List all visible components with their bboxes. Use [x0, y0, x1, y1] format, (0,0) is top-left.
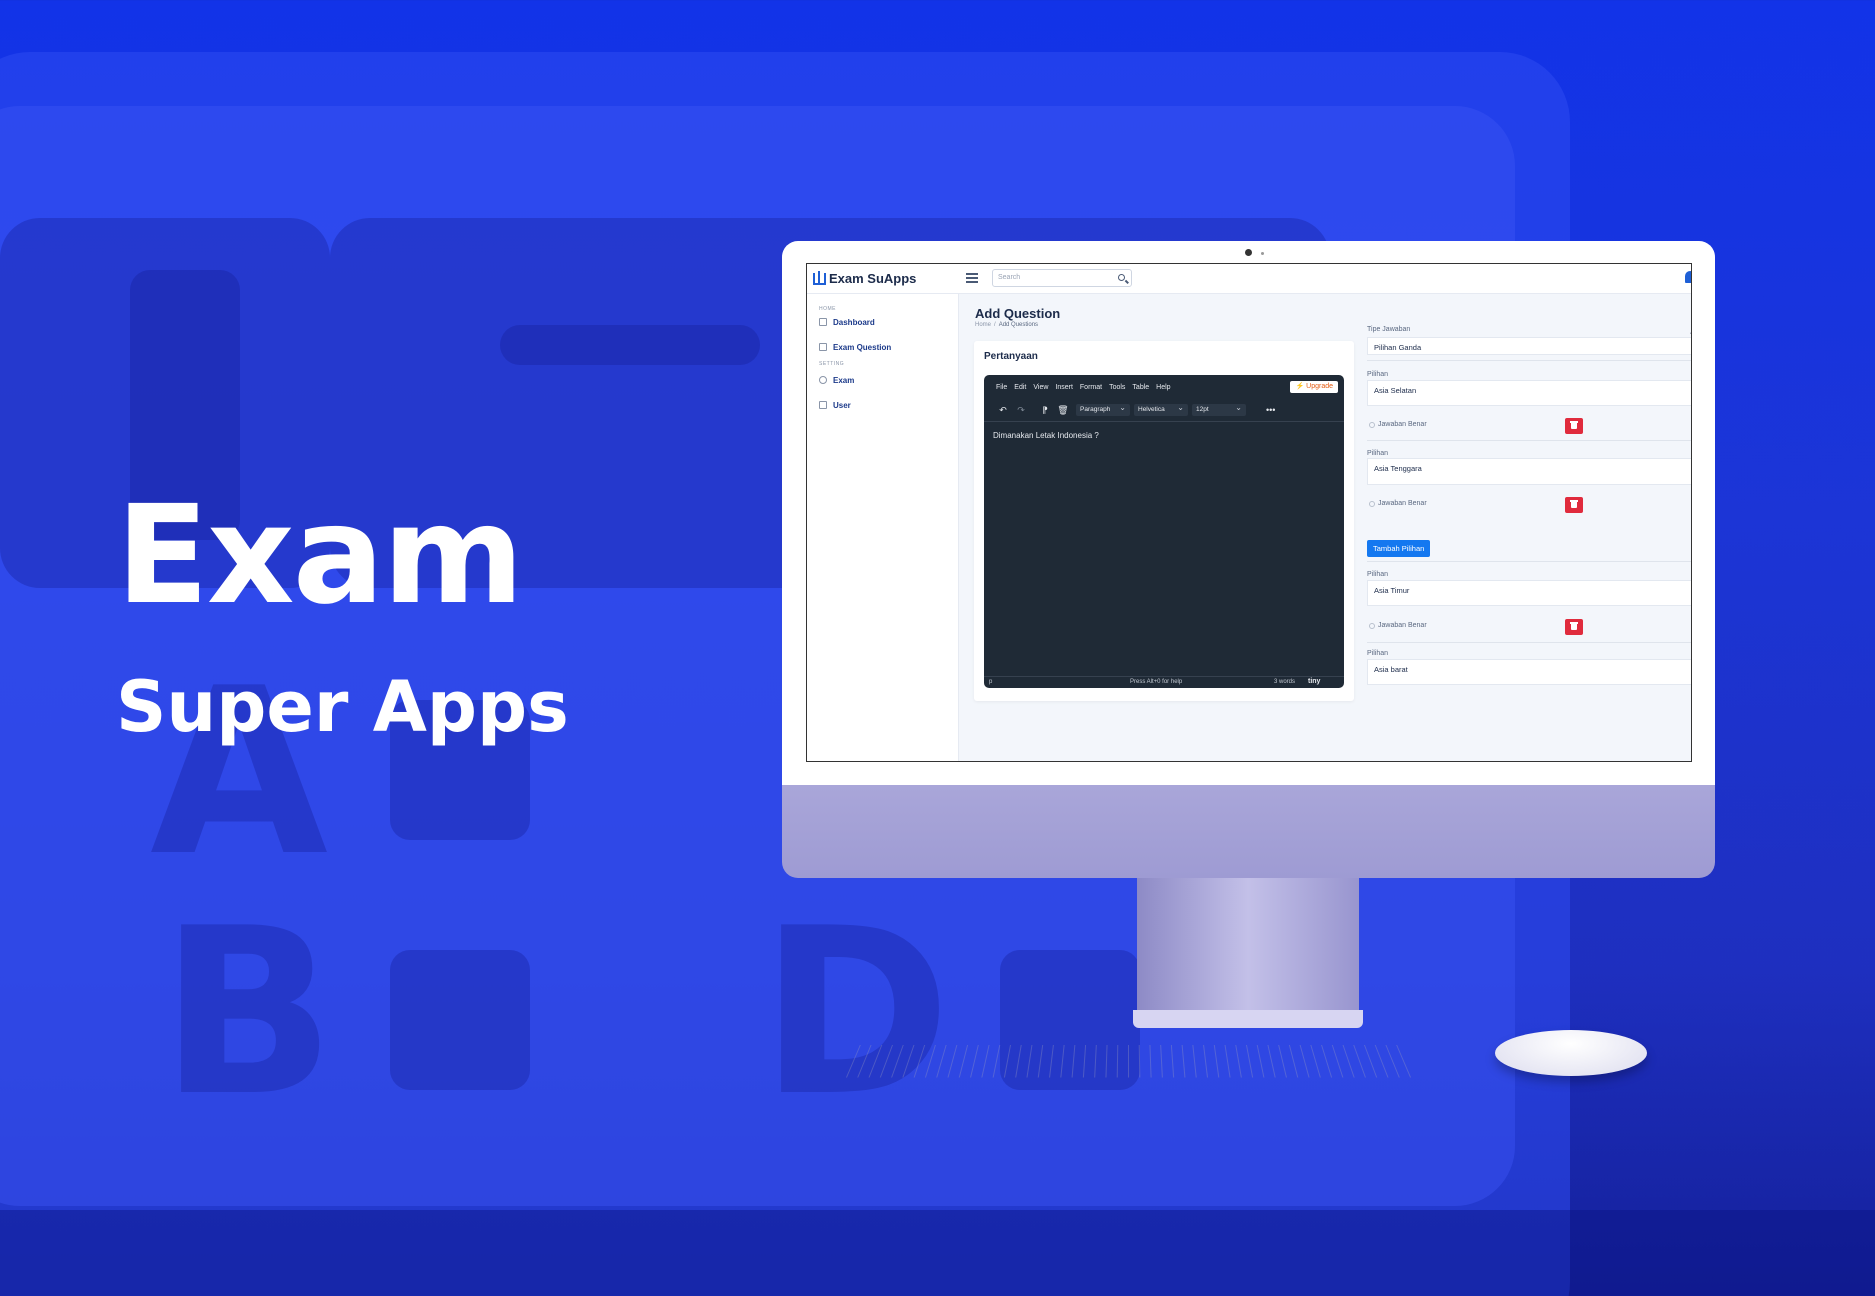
breadcrumb-home[interactable]: Home [975, 322, 991, 328]
sidebar-item-label: Exam Question [833, 342, 892, 352]
sidebar-item-label: Dashboard [833, 317, 875, 327]
answers-panel: Tipe Jawaban Ja Pilihan Ganda Pilihan As… [1367, 324, 1691, 761]
camera-indicator [1261, 252, 1264, 255]
document-icon [819, 343, 827, 351]
option-input[interactable]: Asia barat [1367, 659, 1691, 685]
divider [1367, 561, 1691, 562]
breadcrumb-separator: / [994, 322, 996, 328]
search-icon[interactable] [1118, 274, 1125, 281]
editor-menu-view[interactable]: View [1033, 384, 1048, 391]
sidebar-section-setting: SETTING [819, 361, 845, 367]
option-input[interactable]: Asia Timur [1367, 580, 1691, 606]
option-input[interactable]: Asia Selatan [1367, 380, 1691, 406]
editor-word-count[interactable]: 3 words [1274, 679, 1295, 685]
question-card: Pertanyaan File Edit View Insert Format … [974, 341, 1354, 701]
option-label: Pilihan [1367, 450, 1389, 457]
app-screen: Exam SuApps Search HOME Dashboard Exam Q… [806, 263, 1692, 762]
editor-menubar: File Edit View Insert Format Tools Table… [996, 384, 1171, 391]
person-icon [819, 376, 827, 384]
sidebar-item-user[interactable]: User [819, 399, 851, 411]
correct-answer-radio[interactable] [1369, 623, 1375, 629]
camera-icon [1245, 249, 1252, 256]
add-option-button[interactable]: Tambah Pilihan [1367, 540, 1431, 557]
hero-subtitle: Super Apps [116, 666, 569, 748]
editor-menu-help[interactable]: Help [1156, 384, 1170, 391]
sidebar-section-home: HOME [819, 306, 836, 312]
correct-answer-radio[interactable] [1369, 422, 1375, 428]
undo-icon[interactable]: ↶ [994, 405, 1012, 416]
answer-type-select[interactable]: Pilihan Ganda [1367, 337, 1691, 355]
editor-menu-edit[interactable]: Edit [1014, 384, 1026, 391]
hamburger-menu-icon[interactable] [966, 273, 978, 283]
delete-option-button[interactable] [1565, 418, 1583, 434]
delete-option-button[interactable] [1565, 619, 1583, 635]
hero-title: Exam [116, 477, 524, 635]
editor-menu-insert[interactable]: Insert [1055, 384, 1073, 391]
monitor-chin [782, 785, 1715, 878]
background-letter-b: B [160, 880, 336, 1147]
page-title: Add Question [975, 306, 1061, 321]
grid-icon [819, 318, 827, 326]
users-icon [819, 401, 827, 409]
editor-statusbar: p Press Alt+0 for help 3 words tiny [984, 676, 1344, 688]
question-card-title: Pertanyaan [984, 351, 1038, 362]
correct-answer-radio[interactable] [1369, 501, 1375, 507]
upgrade-button[interactable]: ⚡ Upgrade [1290, 381, 1338, 393]
topbar: Exam SuApps Search [807, 264, 1691, 294]
background-shape [390, 950, 530, 1090]
correct-answer-label: Jawaban Benar [1378, 500, 1427, 507]
option-label: Pilihan [1367, 571, 1389, 578]
editor-help-text: Press Alt+0 for help [1130, 679, 1183, 685]
answer-type-label: Tipe Jawaban [1367, 326, 1411, 333]
editor-element-path[interactable]: p [989, 679, 992, 685]
search-input[interactable]: Search [992, 269, 1132, 287]
background-shape [500, 325, 760, 365]
background-band [0, 1210, 1875, 1296]
notification-icon[interactable] [1685, 271, 1691, 283]
editor-menu-format[interactable]: Format [1080, 384, 1102, 391]
logo-icon [813, 271, 826, 285]
option-label: Pilihan [1367, 371, 1389, 378]
option-label: Pilihan [1367, 650, 1389, 657]
editor-menu-file[interactable]: File [996, 384, 1007, 391]
divider [1367, 642, 1691, 643]
editor-toolbar: ↶ ↷ ⁋ 🗑 Paragraph Helvetica 12pt ••• [994, 402, 1334, 417]
delete-option-button[interactable] [1565, 497, 1583, 513]
correct-answer-label: Jawaban Benar [1378, 421, 1427, 428]
delete-icon[interactable]: 🗑 [1054, 405, 1072, 416]
monitor-stand [1137, 878, 1359, 1018]
correct-answer-label: Jawaban Benar [1378, 622, 1427, 629]
editor-menu-tools[interactable]: Tools [1109, 384, 1125, 391]
mouse [1495, 1030, 1647, 1076]
app-title[interactable]: Exam SuApps [829, 271, 916, 286]
keyboard [835, 1045, 1421, 1078]
block-format-select[interactable]: Paragraph [1076, 402, 1130, 416]
search-placeholder: Search [998, 274, 1021, 281]
editor-divider [984, 421, 1344, 422]
divider [1367, 440, 1691, 441]
divider [1367, 360, 1691, 361]
sidebar-item-exam-question[interactable]: Exam Question [819, 341, 891, 353]
sidebar-item-exam[interactable]: Exam [819, 374, 854, 386]
truncated-label: Ja [1690, 329, 1691, 336]
monitor-stand-foot [1133, 1010, 1363, 1028]
option-input[interactable]: Asia Tenggara [1367, 458, 1691, 485]
sidebar-item-dashboard[interactable]: Dashboard [819, 316, 875, 328]
more-options-icon[interactable]: ••• [1266, 405, 1275, 415]
rich-text-editor[interactable]: File Edit View Insert Format Tools Table… [984, 375, 1344, 688]
breadcrumb-current: Add Questions [998, 322, 1039, 328]
font-size-select[interactable]: 12pt [1192, 402, 1246, 416]
background-letter-d: D [760, 880, 951, 1147]
font-family-select[interactable]: Helvetica [1134, 402, 1188, 416]
editor-menu-table[interactable]: Table [1132, 384, 1149, 391]
redo-icon[interactable]: ↷ [1012, 405, 1030, 416]
editor-content[interactable]: Dimanakan Letak Indonesia ? [993, 431, 1099, 440]
sidebar: HOME Dashboard Exam Question SETTING Exa… [807, 294, 959, 761]
sidebar-item-label: User [833, 400, 851, 410]
tiny-logo[interactable]: tiny [1308, 678, 1320, 685]
clear-format-icon[interactable]: ⁋ [1036, 405, 1054, 416]
breadcrumb: Home / Add Questions [975, 322, 1038, 328]
sidebar-item-label: Exam [833, 375, 855, 385]
